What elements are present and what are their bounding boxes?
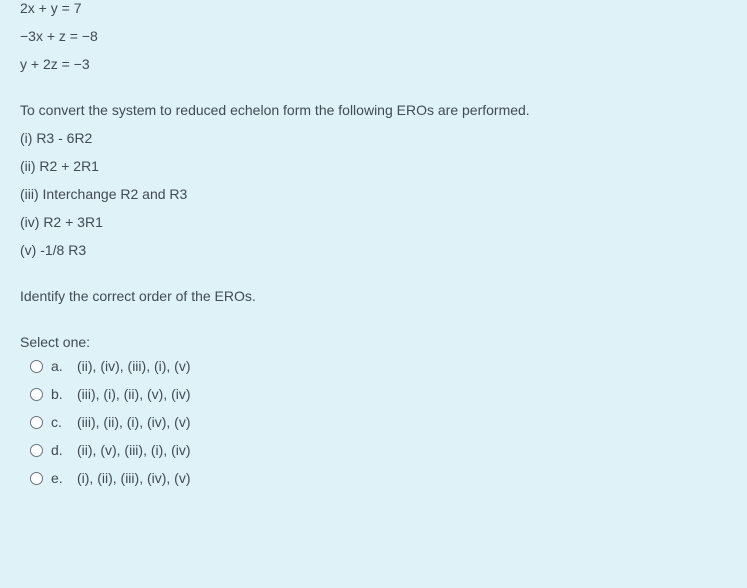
ero-item-2: (ii) R2 + 2R1 <box>20 158 727 174</box>
option-text-c: (iii), (ii), (i), (iv), (v) <box>77 414 191 430</box>
equation-3: y + 2z = −3 <box>20 56 727 72</box>
option-letter-a: a. <box>51 358 65 374</box>
radio-e[interactable] <box>30 472 43 485</box>
description-text: To convert the system to reduced echelon… <box>20 102 727 118</box>
radio-c[interactable] <box>30 416 43 429</box>
option-letter-e: e. <box>51 470 65 486</box>
ero-item-4: (iv) R2 + 3R1 <box>20 214 727 230</box>
option-text-a: (ii), (iv), (iii), (i), (v) <box>77 358 191 374</box>
equation-1: 2x + y = 7 <box>20 0 727 16</box>
radio-a[interactable] <box>30 360 43 373</box>
option-text-b: (iii), (i), (ii), (v), (iv) <box>77 386 191 402</box>
identify-text: Identify the correct order of the EROs. <box>20 288 727 304</box>
option-letter-b: b. <box>51 386 65 402</box>
ero-item-5: (v) -1/8 R3 <box>20 242 727 258</box>
option-text-d: (ii), (v), (iii), (i), (iv) <box>77 442 191 458</box>
ero-list: (i) R3 - 6R2 (ii) R2 + 2R1 (iii) Interch… <box>20 130 727 258</box>
option-text-e: (i), (ii), (iii), (iv), (v) <box>77 470 191 486</box>
option-b[interactable]: b. (iii), (i), (ii), (v), (iv) <box>20 386 727 402</box>
ero-item-1: (i) R3 - 6R2 <box>20 130 727 146</box>
option-letter-c: c. <box>51 414 65 430</box>
option-c[interactable]: c. (iii), (ii), (i), (iv), (v) <box>20 414 727 430</box>
select-one-label: Select one: <box>20 334 727 350</box>
option-letter-d: d. <box>51 442 65 458</box>
ero-item-3: (iii) Interchange R2 and R3 <box>20 186 727 202</box>
option-d[interactable]: d. (ii), (v), (iii), (i), (iv) <box>20 442 727 458</box>
option-e[interactable]: e. (i), (ii), (iii), (iv), (v) <box>20 470 727 486</box>
option-a[interactable]: a. (ii), (iv), (iii), (i), (v) <box>20 358 727 374</box>
radio-d[interactable] <box>30 444 43 457</box>
equation-block: 2x + y = 7 −3x + z = −8 y + 2z = −3 <box>20 0 727 72</box>
radio-b[interactable] <box>30 388 43 401</box>
equation-2: −3x + z = −8 <box>20 28 727 44</box>
